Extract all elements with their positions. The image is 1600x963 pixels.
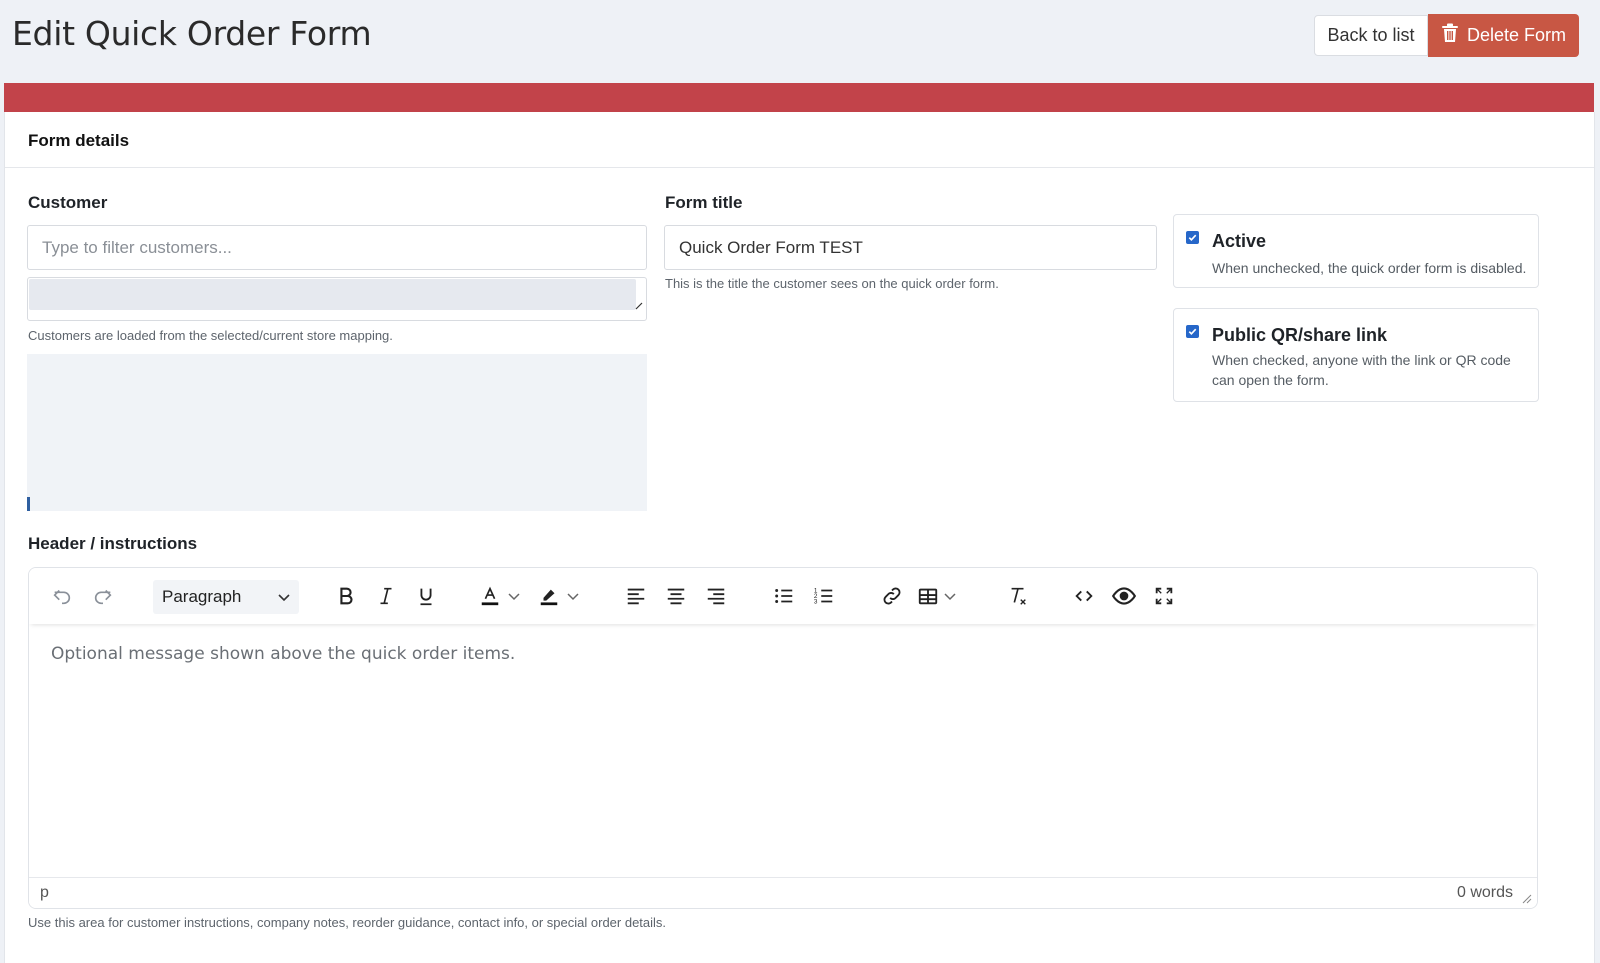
svg-text:3: 3 (814, 598, 818, 605)
active-checkbox[interactable] (1186, 231, 1199, 244)
editor-content-area[interactable]: Optional message shown above the quick o… (51, 644, 515, 664)
word-count[interactable]: 0 words (1457, 884, 1513, 902)
editor-statusbar: p 0 words (29, 877, 1537, 908)
form-title-input[interactable] (664, 225, 1157, 270)
active-description: When unchecked, the quick order form is … (1212, 260, 1527, 276)
highlight-icon[interactable] (538, 584, 590, 608)
customer-select[interactable] (27, 277, 647, 321)
rich-text-editor[interactable]: Paragraph 1 2 3 Optional message shown a… (28, 567, 1538, 909)
card-title: Form details (28, 131, 130, 150)
table-icon[interactable] (917, 584, 963, 608)
editor-toolbar: Paragraph 1 2 3 (29, 568, 1537, 624)
customer-select-value (29, 279, 636, 310)
preview-icon[interactable] (1109, 584, 1139, 608)
form-title-label: Form title (665, 193, 743, 212)
customer-label: Customer (28, 193, 108, 212)
block-format-select[interactable]: Paragraph (153, 580, 299, 614)
public-link-option[interactable]: Public QR/share link When checked, anyon… (1173, 308, 1539, 402)
underline-icon[interactable] (413, 584, 439, 608)
public-link-description: When checked, anyone with the link or QR… (1212, 352, 1511, 388)
block-format-value: Paragraph (162, 587, 242, 606)
bold-icon[interactable] (333, 584, 359, 608)
chevron-down-icon (278, 594, 290, 602)
customer-list-scroll-edge (27, 497, 30, 511)
page-header: Edit Quick Order Form Back to list Delet… (0, 0, 1600, 84)
checkmark-icon (1188, 234, 1197, 241)
customer-list[interactable] (27, 354, 647, 511)
resize-grip-icon (635, 302, 643, 310)
public-link-checkbox[interactable] (1186, 325, 1199, 338)
align-center-icon[interactable] (663, 584, 689, 608)
fullscreen-icon[interactable] (1151, 584, 1177, 608)
element-path[interactable]: p (40, 884, 49, 902)
customer-filter-input[interactable] (27, 225, 647, 270)
align-right-icon[interactable] (703, 584, 729, 608)
form-details-card: Form details Customer Customers are load… (4, 112, 1595, 963)
trash-icon (1441, 23, 1459, 48)
delete-form-button[interactable]: Delete Form (1428, 14, 1579, 57)
redo-icon[interactable] (90, 584, 116, 608)
align-left-icon[interactable] (623, 584, 649, 608)
checkmark-icon (1188, 328, 1197, 335)
bullet-list-icon[interactable] (771, 584, 797, 608)
italic-icon[interactable] (373, 584, 399, 608)
numbered-list-icon[interactable]: 123 (811, 584, 837, 608)
page-title: Edit Quick Order Form (12, 14, 372, 53)
text-color-icon[interactable] (479, 584, 531, 608)
source-code-icon[interactable] (1071, 584, 1097, 608)
active-option[interactable]: Active When unchecked, the quick order f… (1173, 214, 1539, 288)
header-instructions-help: Use this area for customer instructions,… (28, 915, 667, 930)
link-icon[interactable] (879, 584, 905, 608)
alert-bar (4, 83, 1594, 112)
resize-handle-icon[interactable] (1522, 894, 1532, 904)
back-to-list-button[interactable]: Back to list (1314, 15, 1428, 56)
customer-help: Customers are loaded from the selected/c… (28, 328, 393, 343)
card-header: Form details (5, 112, 1594, 168)
header-instructions-label: Header / instructions (28, 534, 198, 553)
public-link-label: Public QR/share link (1212, 325, 1388, 345)
active-label: Active (1212, 231, 1267, 251)
clear-format-icon[interactable] (1005, 584, 1031, 608)
undo-icon[interactable] (49, 584, 75, 608)
form-title-help: This is the title the customer sees on t… (665, 276, 999, 291)
delete-form-label: Delete Form (1466, 25, 1567, 45)
